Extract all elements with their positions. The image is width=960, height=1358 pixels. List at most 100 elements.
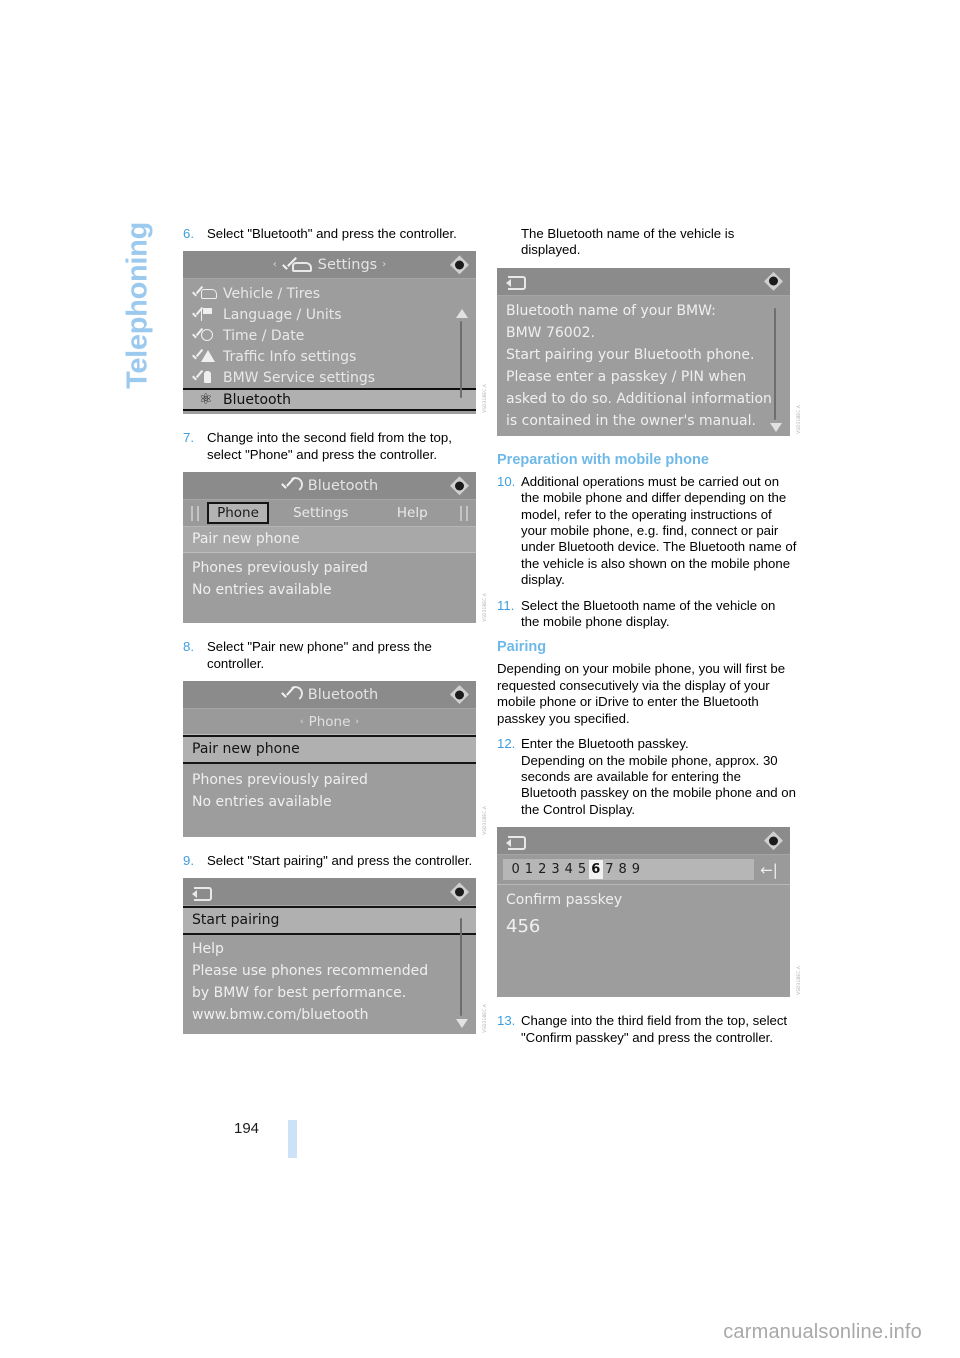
right-column: The Bluetooth name of the vehicle is dis… [497, 226, 801, 1055]
back-arrow-icon[interactable] [506, 834, 526, 850]
passkey-value: 456 [506, 916, 541, 938]
scroll-track[interactable] [460, 918, 462, 1017]
step-11: 11. Select the Bluetooth name of the veh… [497, 598, 797, 631]
start-pairing-list: Start pairing Help Please use phones rec… [183, 906, 476, 1034]
subhead-right-arrow-icon[interactable]: › [355, 717, 359, 727]
help-url: www.bmw.com/bluetooth [192, 1007, 369, 1024]
bluetooth-titlebar: Bluetooth [183, 681, 476, 710]
step-12-continuation: Depending on the mobile phone, approx. 3… [521, 752, 796, 817]
menu-item-traffic-info-settings[interactable]: Traffic Info settings [183, 346, 476, 367]
phone-list: Pair new phone Phones previously paired … [183, 527, 476, 623]
subhead-left-arrow-icon[interactable]: ‹ [300, 717, 304, 727]
step-8-number: 8. [183, 639, 194, 655]
bt-name-line: Please enter a passkey / PIN when [506, 368, 747, 385]
back-arrow-icon[interactable] [506, 274, 526, 291]
controller-knob-icon[interactable] [764, 831, 783, 851]
key-7[interactable]: 7 [603, 860, 616, 879]
chapter-title: Telephoning [121, 222, 154, 389]
step-12-number: 12. [497, 736, 516, 752]
bluetooth-icon: ⚛ [199, 389, 213, 408]
menu-item-language-units[interactable]: Language / Units [183, 304, 476, 325]
check-clock-icon [191, 328, 223, 344]
back-arrow-icon[interactable] [192, 885, 212, 901]
bt-name-line: Bluetooth name of your BMW: [506, 302, 716, 319]
key-0[interactable]: 0 [509, 860, 522, 879]
menu-item-bmw-service-settings[interactable]: BMW Service settings [183, 367, 476, 388]
scroll-track[interactable] [460, 321, 462, 399]
figure-reference-code: VSD31BEC.A [482, 806, 487, 836]
pairing-heading: Pairing [497, 639, 547, 656]
key-9[interactable]: 9 [629, 860, 642, 879]
title-left-arrow-icon: ‹ [272, 259, 277, 271]
list-item-pair-new-phone[interactable]: Pair new phone [183, 527, 476, 554]
step-7: 7. Change into the second field from the… [183, 430, 483, 463]
controller-knob-icon[interactable] [450, 255, 469, 275]
menu-item-vehicle-tires[interactable]: Vehicle / Tires [183, 283, 476, 304]
step-7-number: 7. [183, 430, 194, 446]
step-10-text: Additional operations must be carried ou… [521, 473, 797, 588]
key-4[interactable]: 4 [562, 860, 575, 879]
settings-title-label: Settings [317, 256, 378, 273]
key-1[interactable]: 1 [522, 860, 535, 879]
check-flag-icon [191, 307, 223, 323]
bluetooth-name-scrollbar[interactable] [767, 296, 783, 432]
scroll-track[interactable] [774, 307, 776, 420]
menu-item-label: Traffic Info settings [223, 348, 357, 365]
scroll-down-icon[interactable] [456, 1019, 468, 1029]
step-13-text: Change into the third field from the top… [521, 1013, 788, 1045]
scroll-down-icon[interactable] [770, 422, 782, 432]
step-7-text: Change into the second field from the to… [207, 430, 452, 462]
page-number: 194 [234, 1120, 260, 1137]
controller-knob-icon[interactable] [764, 271, 783, 291]
menu-item-label: Language / Units [223, 306, 342, 323]
list-item-start-pairing[interactable]: Start pairing [183, 906, 476, 936]
confirm-passkey-label[interactable]: Confirm passkey [497, 885, 790, 913]
help-text-line: by BMW for best performance. [192, 985, 407, 1002]
bluetooth-phone-screenshot: Bluetooth Phone Settings Help Pair new p… [183, 472, 487, 624]
step-13: 13. Change into the third field from the… [497, 1013, 797, 1046]
passkey-keyboard-row: 0 1 2 3 4 5 6 7 8 9 ←| [497, 855, 790, 886]
tab-divider [191, 505, 193, 521]
tab-divider [460, 505, 462, 521]
pairing-intro-text: Depending on your mobile phone, you will… [497, 661, 786, 726]
step-12-text: Enter the Bluetooth passkey. [521, 736, 689, 752]
tab-settings[interactable]: Settings [275, 505, 367, 521]
backspace-icon[interactable]: ←| [754, 861, 784, 879]
bluetooth-check-icon [281, 476, 304, 494]
key-6-selected[interactable]: 6 [588, 860, 603, 880]
chapter-tab: Telephoning [118, 222, 158, 462]
figure-reference-code: VSD31BEC.A [482, 383, 487, 413]
phone-list: Pair new phone Phones previously paired … [183, 735, 476, 837]
list-item-no-entries-available: No entries available [192, 794, 332, 811]
step-11-text: Select the Bluetooth name of the vehicle… [521, 597, 776, 630]
tab-phone[interactable]: Phone [207, 502, 269, 525]
controller-knob-icon[interactable] [450, 476, 469, 496]
settings-scrollbar[interactable] [453, 309, 469, 410]
tab-help[interactable]: Help [367, 505, 459, 521]
key-8[interactable]: 8 [616, 860, 629, 879]
check-car-icon [191, 286, 223, 302]
figure-reference-code: VSD31BEC.A [482, 1003, 487, 1033]
start-pairing-scrollbar[interactable] [453, 906, 469, 1029]
key-5[interactable]: 5 [575, 860, 588, 879]
scroll-up-icon[interactable] [456, 309, 468, 319]
start-pairing-titlebar [183, 878, 476, 907]
step-11-number: 11. [497, 597, 515, 613]
key-3[interactable]: 3 [549, 860, 562, 879]
controller-knob-icon[interactable] [450, 882, 469, 902]
step-9-text: Select "Start pairing" and press the con… [207, 853, 473, 869]
list-item-pair-new-phone[interactable]: Pair new phone [183, 735, 476, 765]
settings-titlebar: ‹ Settings › [183, 251, 476, 280]
menu-item-label: Time / Date [223, 327, 305, 344]
controller-knob-icon[interactable] [450, 685, 469, 705]
bluetooth-title-label: Bluetooth [307, 477, 379, 494]
bluetooth-name-text: Bluetooth name of your BMW: BMW 76002. S… [497, 296, 790, 436]
bt-name-line: asked to do so. Additional information [506, 390, 772, 407]
menu-item-label: Bluetooth [223, 391, 291, 408]
menu-item-time-date[interactable]: Time / Date [183, 325, 476, 346]
key-2[interactable]: 2 [536, 860, 549, 879]
bt-name-line: is contained in the owner's manual. [506, 412, 756, 429]
passkey-key-field[interactable]: 0 1 2 3 4 5 6 7 8 9 [503, 859, 754, 881]
bluetooth-name-titlebar [497, 267, 790, 296]
menu-item-bluetooth[interactable]: ⚛ Bluetooth [183, 388, 476, 412]
